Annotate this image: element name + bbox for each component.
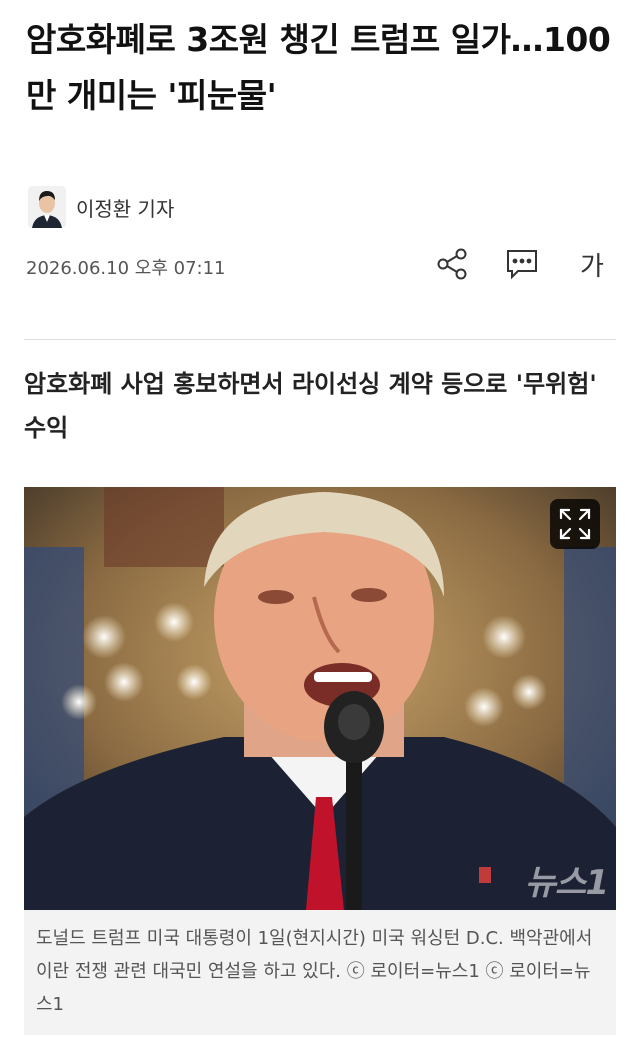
font-size-button[interactable]: 가 <box>572 244 612 284</box>
expand-photo-button[interactable] <box>550 499 600 549</box>
photo-image <box>24 487 616 910</box>
byline: 이정환 기자 <box>28 186 174 228</box>
photo-caption: 도널드 트럼프 미국 대통령이 1일(현지시간) 미국 워싱턴 D.C. 백악관… <box>24 910 616 1035</box>
reporter-name[interactable]: 이정환 기자 <box>76 193 174 222</box>
comment-button[interactable] <box>502 244 542 284</box>
divider <box>24 339 616 340</box>
article-photo[interactable]: 뉴스1 <box>24 487 616 910</box>
publish-date: 2026.06.10 오후 07:11 <box>26 258 226 279</box>
share-icon <box>437 248 467 280</box>
article-toolbar: 가 <box>432 244 612 284</box>
expand-icon <box>559 508 591 540</box>
article-subheadline: 암호화폐 사업 홍보하면서 라이선싱 계약 등으로 '무위험' 수익 <box>24 370 597 442</box>
article-headline: 암호화폐로 3조원 챙긴 트럼프 일가…100만 개미는 '피눈물' <box>26 20 611 115</box>
news1-watermark: 뉴스1 <box>524 863 609 903</box>
reporter-avatar <box>28 186 66 228</box>
share-button[interactable] <box>432 244 472 284</box>
comment-icon <box>507 250 537 280</box>
